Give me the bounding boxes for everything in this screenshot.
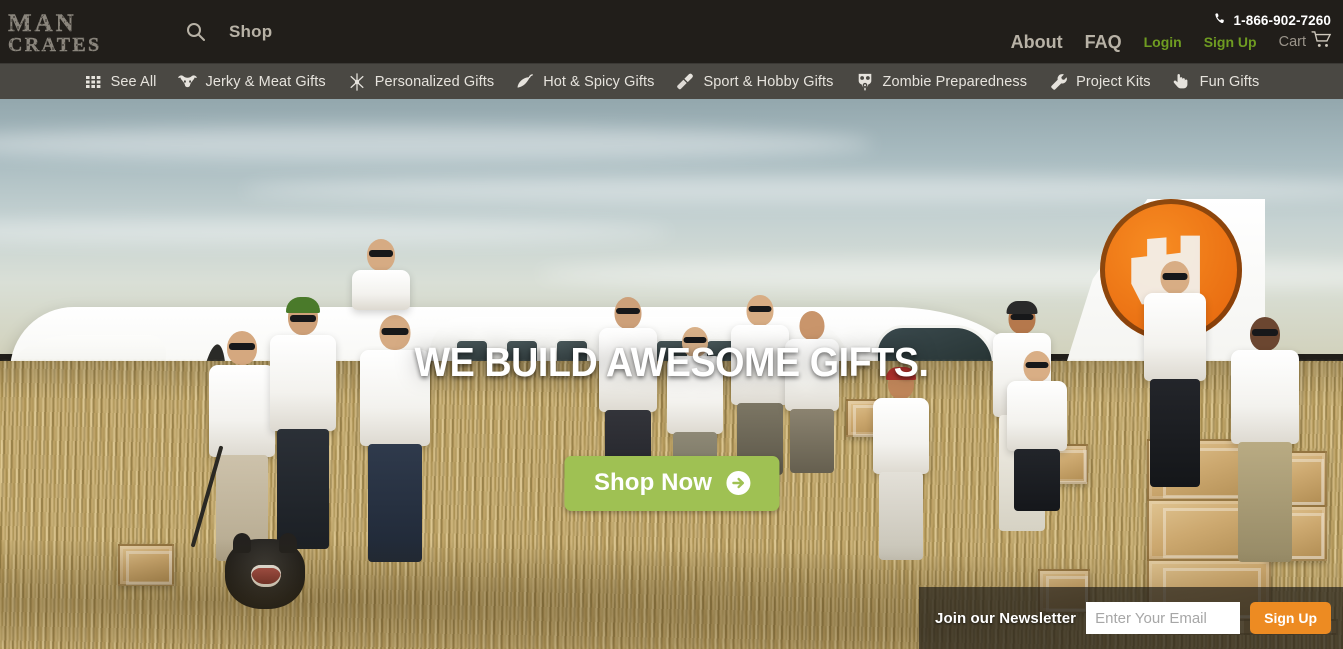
login-link[interactable]: Login — [1144, 34, 1182, 50]
newsletter-label: Join our Newsletter — [935, 609, 1077, 627]
header-nav: About FAQ Login Sign Up Cart — [1011, 31, 1333, 53]
person-seated — [782, 311, 842, 473]
shop-now-label: Shop Now — [593, 469, 713, 496]
phone-number-text: 1-866-902-7260 — [1233, 13, 1331, 28]
phone-icon — [1214, 12, 1228, 29]
hand-pointer-icon — [1173, 72, 1192, 91]
nav-label: Sport & Hobby Gifts — [703, 73, 834, 90]
nav-item-project-kits[interactable]: Project Kits — [1038, 64, 1162, 100]
newsletter-signup-button[interactable]: Sign Up — [1250, 602, 1331, 634]
search-icon[interactable] — [182, 19, 208, 45]
nav-item-jerky-meat-gifts[interactable]: Jerky & Meat Gifts — [167, 64, 336, 100]
wrench-icon — [1049, 72, 1068, 91]
nav-label: Fun Gifts — [1199, 73, 1260, 90]
faq-link[interactable]: FAQ — [1085, 32, 1122, 53]
shop-now-button[interactable]: Shop Now — [563, 456, 780, 511]
nav-item-fun-gifts[interactable]: Fun Gifts — [1162, 64, 1271, 100]
person-in-cockpit — [348, 239, 414, 310]
newsletter-signup-bar: Join our Newsletter Sign Up — [919, 587, 1343, 649]
cart-link[interactable]: Cart — [1279, 31, 1333, 53]
shop-link[interactable]: Shop — [229, 22, 272, 42]
gas-mask-icon — [856, 72, 875, 91]
nav-item-personalized-gifts[interactable]: Personalized Gifts — [337, 64, 505, 100]
bull-skull-icon — [178, 72, 198, 91]
nav-label: Hot & Spicy Gifts — [543, 73, 655, 90]
newsletter-email-input[interactable] — [1086, 602, 1241, 634]
nav-item-see-all[interactable]: See All — [73, 64, 168, 100]
nav-label: Personalized Gifts — [374, 73, 495, 90]
sparkle-burst-icon — [348, 72, 367, 91]
grid-icon — [84, 72, 103, 91]
phone-number[interactable]: 1-866-902-7260 — [1214, 12, 1331, 29]
arrow-circle-right-icon — [725, 470, 751, 496]
nav-item-zombie-preparedness[interactable]: Zombie Preparedness — [845, 64, 1039, 100]
chili-pepper-icon — [516, 72, 535, 91]
shopping-cart-icon — [1311, 31, 1333, 53]
nav-label: Project Kits — [1076, 73, 1151, 90]
svg-text:MAN: MAN — [8, 10, 77, 37]
about-link[interactable]: About — [1011, 32, 1063, 53]
site-header: MAN CRATES Shop 1-866-902-7260 About FAQ… — [0, 0, 1343, 63]
category-nav: See All Jerky & Meat Gifts Personalized … — [0, 63, 1343, 99]
cart-label: Cart — [1278, 34, 1306, 50]
nav-item-sport-hobby-gifts[interactable]: Sport & Hobby Gifts — [665, 64, 844, 100]
nav-item-hot-spicy-gifts[interactable]: Hot & Spicy Gifts — [505, 64, 665, 100]
nav-label: Jerky & Meat Gifts — [205, 73, 326, 90]
nav-label: Zombie Preparedness — [882, 73, 1028, 90]
signup-link[interactable]: Sign Up — [1204, 34, 1257, 50]
svg-text:CRATES: CRATES — [8, 34, 101, 55]
bat-paddle-icon — [676, 72, 695, 91]
nav-label: See All — [110, 73, 157, 90]
hero-banner: WE BUILD AWESOME GIFTS. Shop Now Join ou… — [0, 99, 1343, 649]
header-right-group: 1-866-902-7260 About FAQ Login Sign Up C… — [1011, 0, 1333, 63]
site-logo[interactable]: MAN CRATES — [6, 9, 158, 55]
person — [266, 297, 340, 549]
hero-headline: WE BUILD AWESOME GIFTS. — [414, 339, 929, 385]
